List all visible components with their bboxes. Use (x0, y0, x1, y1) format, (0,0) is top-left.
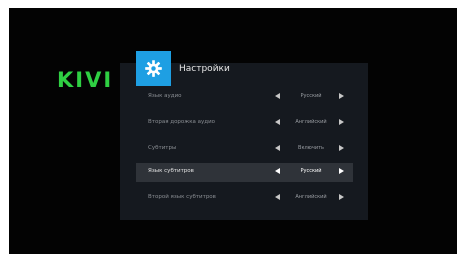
gear-icon (145, 60, 162, 77)
setting-label: Язык аудио (148, 93, 182, 99)
arrow-right-icon[interactable] (339, 119, 344, 125)
arrow-right-icon[interactable] (339, 168, 344, 174)
setting-row-subtitles[interactable]: Субтитры Включить (136, 140, 353, 159)
setting-value: Русский (300, 168, 322, 174)
setting-value: Включить (298, 145, 324, 151)
arrow-left-icon[interactable] (275, 194, 280, 200)
arrow-left-icon[interactable] (275, 93, 280, 99)
setting-row-second-audio-track[interactable]: Вторая дорожка аудио Английский (136, 114, 353, 133)
tv-screen: KIVI Настройки Язык аудио Русский Вторая… (9, 8, 457, 254)
setting-row-audio-language[interactable]: Язык аудио Русский (136, 88, 353, 107)
panel-title: Настройки (179, 64, 230, 74)
setting-label: Язык субтитров (148, 168, 194, 174)
panel-header: Настройки (136, 51, 368, 86)
setting-value: Русский (300, 93, 322, 99)
setting-value: Английский (295, 119, 327, 125)
arrow-left-icon[interactable] (275, 119, 280, 125)
setting-value: Английский (295, 194, 327, 200)
arrow-right-icon[interactable] (339, 194, 344, 200)
settings-panel: Настройки Язык аудио Русский Вторая доро… (120, 51, 368, 220)
arrow-left-icon[interactable] (275, 145, 280, 151)
arrow-right-icon[interactable] (339, 145, 344, 151)
brand-logo: KIVI (57, 68, 114, 92)
setting-label: Субтитры (148, 145, 177, 151)
setting-label: Второй язык субтитров (148, 194, 216, 200)
setting-label: Вторая дорожка аудио (148, 119, 216, 125)
setting-row-subtitle-language[interactable]: Язык субтитров Русский (136, 163, 353, 182)
arrow-left-icon[interactable] (275, 168, 280, 174)
settings-icon-tile (136, 51, 171, 86)
arrow-right-icon[interactable] (339, 93, 344, 99)
setting-row-second-subtitle-language[interactable]: Второй язык субтитров Английский (136, 189, 353, 208)
